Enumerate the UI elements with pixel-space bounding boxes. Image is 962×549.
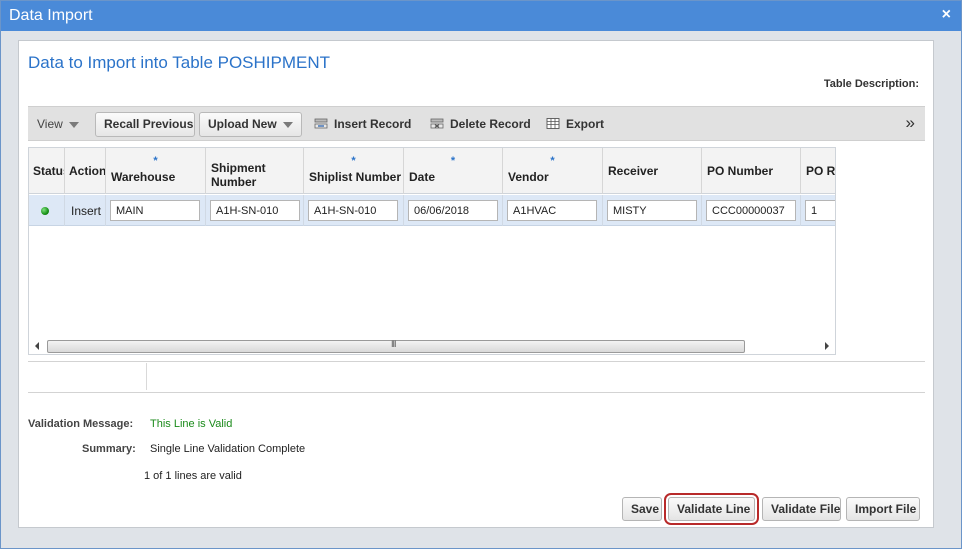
required-marker: * <box>550 155 555 167</box>
po-number-cell <box>702 195 801 226</box>
insert-record-icon <box>314 118 328 129</box>
validation-message-label: Validation Message: <box>28 418 134 430</box>
delete-record-button[interactable]: Delete Record <box>430 117 531 131</box>
horizontal-scrollbar[interactable]: III <box>29 338 835 354</box>
column-header-shiplist-number[interactable]: * Shiplist Number <box>304 148 404 194</box>
chevron-down-icon <box>283 122 293 128</box>
window-titlebar: Data Import × <box>1 1 961 31</box>
import-panel: Data to Import into Table POSHIPMENT Tab… <box>18 40 934 528</box>
export-label: Export <box>566 117 605 131</box>
required-marker: * <box>351 155 356 167</box>
required-marker: * <box>153 155 158 167</box>
date-cell <box>404 195 503 226</box>
receiver-input[interactable] <box>607 200 697 221</box>
action-cell: Insert <box>65 195 106 226</box>
row-action-text: Insert <box>71 204 102 218</box>
status-valid-icon <box>41 207 49 215</box>
column-header-status[interactable]: Status <box>29 148 65 194</box>
date-input[interactable] <box>408 200 498 221</box>
close-icon[interactable]: × <box>942 6 951 24</box>
save-button[interactable]: Save <box>622 497 662 521</box>
recall-previous-button[interactable]: Recall Previous <box>95 112 195 137</box>
grid-header-row: Status Action * Warehouse Shipment Number… <box>29 148 836 194</box>
column-header-date[interactable]: * Date <box>404 148 503 194</box>
column-header-label: Warehouse <box>111 170 176 184</box>
scrollbar-grip: III <box>391 339 396 349</box>
po-re-input[interactable] <box>805 200 835 221</box>
column-header-shipment-number[interactable]: Shipment Number <box>206 148 304 194</box>
export-button[interactable]: Export <box>546 117 604 131</box>
chevron-down-icon <box>68 121 79 128</box>
view-menu[interactable]: View <box>37 117 79 131</box>
divider <box>28 392 925 393</box>
shiplist-number-input[interactable] <box>308 200 398 221</box>
warehouse-input[interactable] <box>110 200 200 221</box>
column-header-label: Date <box>409 170 436 184</box>
column-header-label: PO Re <box>806 164 836 178</box>
po-re-cell <box>801 195 835 226</box>
delete-record-icon <box>430 118 444 129</box>
divider <box>28 361 925 362</box>
column-header-label: Shiplist Number <box>309 170 402 184</box>
warehouse-cell <box>106 195 206 226</box>
grid-body: Status Action * Warehouse Shipment Number… <box>29 148 836 328</box>
insert-record-label: Insert Record <box>334 117 412 131</box>
table-description-label: Table Description: <box>823 78 919 90</box>
delete-record-label: Delete Record <box>450 117 531 131</box>
shipment-number-input[interactable] <box>210 200 300 221</box>
insert-record-button[interactable]: Insert Record <box>314 117 411 131</box>
validate-line-button[interactable]: Validate Line <box>664 493 759 525</box>
column-header-label: Vendor <box>508 170 549 184</box>
validate-file-button[interactable]: Validate File <box>762 497 841 521</box>
divider <box>146 363 147 390</box>
window-title: Data Import <box>9 7 93 24</box>
vendor-input[interactable] <box>507 200 597 221</box>
upload-new-button[interactable]: Upload New <box>199 112 302 137</box>
vendor-cell <box>503 195 603 226</box>
column-header-action[interactable]: Action <box>65 148 106 194</box>
scroll-left-icon[interactable] <box>35 342 39 350</box>
import-data-grid: Status Action * Warehouse Shipment Number… <box>28 147 836 355</box>
more-options-icon[interactable]: » <box>906 113 915 133</box>
column-header-po-re[interactable]: PO Re <box>801 148 836 194</box>
column-header-label: Status <box>33 164 64 178</box>
shipment-number-cell <box>206 195 304 226</box>
column-header-label: PO Number <box>707 164 774 178</box>
summary-label: Summary: <box>82 443 136 455</box>
view-menu-label: View <box>37 117 63 131</box>
grid-toolbar: View Recall Previous Upload New Insert R… <box>28 106 925 141</box>
po-number-input[interactable] <box>706 200 796 221</box>
import-file-button[interactable]: Import File <box>846 497 920 521</box>
valid-lines-count: 1 of 1 lines are valid <box>144 470 242 482</box>
receiver-cell <box>603 195 702 226</box>
scroll-right-icon[interactable] <box>825 342 829 350</box>
data-import-window: Data Import × Data to Import into Table … <box>0 0 962 549</box>
page-title: Data to Import into Table POSHIPMENT <box>28 53 331 72</box>
table-row[interactable]: Insert <box>29 195 835 226</box>
column-header-receiver[interactable]: Receiver <box>603 148 702 194</box>
column-header-po-number[interactable]: PO Number <box>702 148 801 194</box>
column-header-label: Shipment Number <box>211 161 266 189</box>
column-header-vendor[interactable]: * Vendor <box>503 148 603 194</box>
validation-message-text: This Line is Valid <box>150 418 233 430</box>
status-cell <box>29 195 65 226</box>
required-marker: * <box>450 155 456 167</box>
shiplist-number-cell <box>304 195 404 226</box>
scrollbar-thumb[interactable]: III <box>47 339 745 353</box>
export-grid-icon <box>546 118 560 129</box>
column-header-label: Receiver <box>608 164 659 178</box>
column-header-label: Action <box>69 164 106 178</box>
column-header-warehouse[interactable]: * Warehouse <box>106 148 206 194</box>
summary-text: Single Line Validation Complete <box>150 443 306 455</box>
upload-new-label: Upload New <box>208 117 277 131</box>
